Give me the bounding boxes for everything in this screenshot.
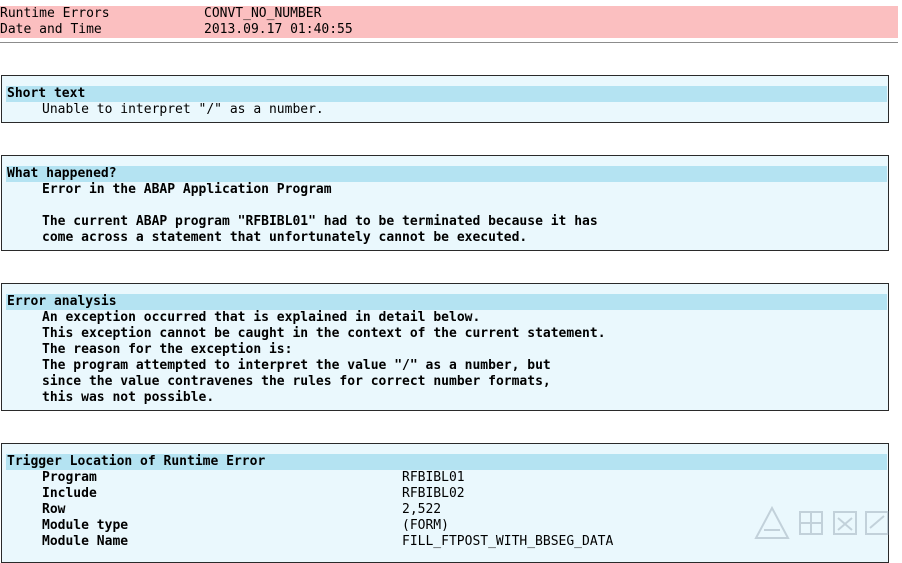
row-label: Row [42, 502, 66, 517]
section-title: Error analysis [6, 294, 887, 310]
section-title: Short text [6, 86, 887, 102]
row-label: Program [42, 470, 97, 485]
row-value: FILL_FTPOST_WITH_BBSEG_DATA [402, 534, 614, 549]
row-label: Module type [42, 518, 129, 533]
header-value: 2013.09.17 01:40:55 [204, 22, 353, 37]
section-title: Trigger Location of Runtime Error [6, 454, 887, 470]
watermark-logo-icon [754, 505, 889, 539]
text-line: The current ABAP program "RFBIBL01" had … [42, 214, 598, 229]
header-label: Runtime Errors [0, 6, 110, 21]
text-line: since the value contravenes the rules fo… [42, 374, 551, 389]
row-label: Module Name [42, 534, 129, 549]
row-value: RFBIBL02 [402, 486, 465, 501]
header-row-runtime-errors: Runtime Errors CONVT_NO_NUMBER [0, 6, 898, 22]
section-what-happened: What happened? Error in the ABAP Applica… [1, 155, 889, 251]
header-label: Date and Time [0, 22, 102, 37]
text-line: The reason for the exception is: [42, 342, 293, 357]
text-line: Error in the ABAP Application Program [42, 182, 332, 197]
row-label: Include [42, 486, 97, 501]
section-title: What happened? [6, 166, 887, 182]
header-value: CONVT_NO_NUMBER [204, 6, 322, 21]
section-short-text: Short text Unable to interpret "/" as a … [1, 75, 889, 123]
header-row-date-time: Date and Time 2013.09.17 01:40:55 [0, 22, 898, 38]
row-value: 2,522 [402, 502, 442, 517]
header-divider [0, 42, 898, 43]
text-line: Unable to interpret "/" as a number. [42, 102, 324, 117]
row-value: (FORM) [402, 518, 449, 533]
section-error-analysis: Error analysis An exception occurred tha… [1, 283, 889, 411]
text-line: this was not possible. [42, 390, 215, 405]
text-line: The program attempted to interpret the v… [42, 358, 551, 373]
text-line: An exception occurred that is explained … [42, 310, 481, 325]
row-value: RFBIBL01 [402, 470, 465, 485]
text-line: come across a statement that unfortunate… [42, 230, 528, 245]
text-line: This exception cannot be caught in the c… [42, 326, 606, 341]
